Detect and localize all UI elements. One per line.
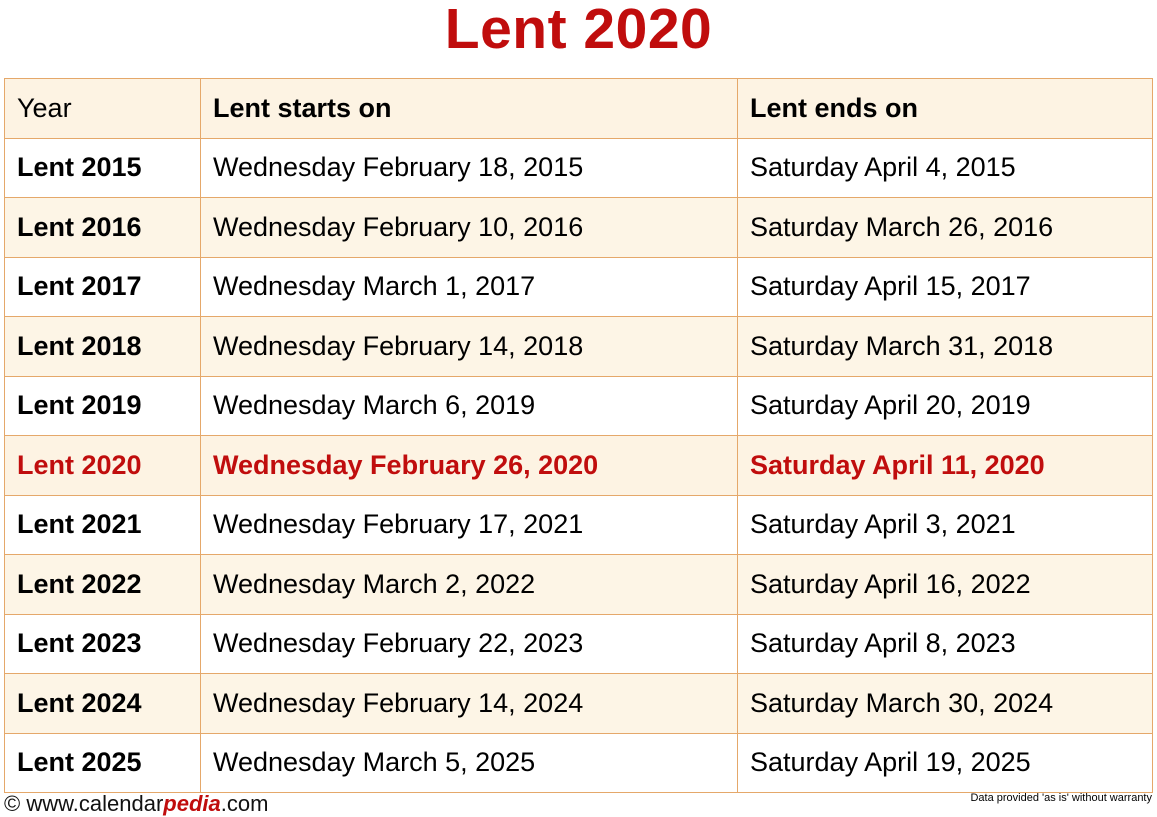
table-row: Lent 2016 Wednesday February 10, 2016 Satu…	[4, 197, 1153, 258]
table-row: Lent 2015 Wednesday February 18, 2015 Satu…	[4, 137, 1153, 198]
cell-year: Lent 2021	[4, 494, 201, 555]
copyright-brand: pedia	[163, 791, 221, 816]
table-row: Lent 2020 Wednesday February 26, 2020 Satu…	[4, 435, 1153, 496]
disclaimer-text: Data provided 'as is' without warranty	[970, 792, 1152, 804]
cell-end: Saturday April 20, 2019	[737, 375, 1153, 436]
cell-start: Wednesday March 6, 2019	[200, 375, 738, 436]
cell-year: Lent 2025	[4, 732, 201, 793]
table-row: Lent 2024 Wednesday February 14, 2024 Satu…	[4, 673, 1153, 734]
cell-year: Lent 2024	[4, 673, 201, 734]
cell-start: Wednesday February 18, 2015	[200, 137, 738, 198]
cell-start: Wednesday February 14, 2024	[200, 673, 738, 734]
cell-start: Wednesday February 26, 2020	[200, 435, 738, 496]
cell-end: Saturday March 26, 2016	[737, 197, 1153, 258]
cell-start: Wednesday February 17, 2021	[200, 494, 738, 555]
table-row: Lent 2025 Wednesday March 5, 2025 Saturday…	[4, 732, 1153, 793]
copyright-prefix: © www.calendar	[4, 791, 164, 816]
cell-end: Saturday March 31, 2018	[737, 316, 1153, 377]
cell-year: Lent 2023	[4, 613, 201, 674]
table-row: Lent 2017 Wednesday March 1, 2017 Saturday…	[4, 256, 1153, 317]
cell-year: Lent 2019	[4, 375, 201, 436]
table-row: Lent 2022 Wednesday March 2, 2022 Saturday…	[4, 554, 1153, 615]
table-row: Lent 2019 Wednesday March 6, 2019 Saturday…	[4, 375, 1153, 436]
cell-end: Saturday April 19, 2025	[737, 732, 1153, 793]
cell-end: Saturday April 4, 2015	[737, 137, 1153, 198]
cell-start: Wednesday March 2, 2022	[200, 554, 738, 615]
table-row: Lent 2023 Wednesday February 22, 2023 Satu…	[4, 613, 1153, 674]
cell-end: Saturday April 16, 2022	[737, 554, 1153, 615]
cell-year: Lent 2020	[4, 435, 201, 496]
table-row: Lent 2018 Wednesday February 14, 2018 Satu…	[4, 316, 1153, 377]
cell-start: Wednesday February 10, 2016	[200, 197, 738, 258]
table-row: Lent 2021 Wednesday February 17, 2021 Satu…	[4, 494, 1153, 555]
column-header-end: Lent ends on	[737, 78, 1153, 139]
copyright-suffix: .com	[220, 791, 269, 816]
cell-year: Lent 2016	[4, 197, 201, 258]
cell-end: Saturday April 8, 2023	[737, 613, 1153, 674]
cell-year: Lent 2017	[4, 256, 201, 317]
cell-start: Wednesday February 14, 2018	[200, 316, 738, 377]
column-header-year: Year	[4, 78, 201, 139]
cell-end: Saturday March 30, 2024	[737, 673, 1153, 734]
column-header-start: Lent starts on	[200, 78, 738, 139]
footer: © www.calendarpedia.com Data provided 'a…	[0, 791, 1157, 816]
cell-year: Lent 2015	[4, 137, 201, 198]
copyright-notice: © www.calendarpedia.com	[4, 791, 268, 817]
cell-start: Wednesday March 1, 2017	[200, 256, 738, 317]
cell-start: Wednesday March 5, 2025	[200, 732, 738, 793]
cell-year: Lent 2018	[4, 316, 201, 377]
table-body: Year Lent starts on Lent ends on Lent 2015 W…	[4, 78, 1153, 793]
cell-start: Wednesday February 22, 2023	[200, 613, 738, 674]
table-header-row: Year Lent starts on Lent ends on	[4, 78, 1153, 139]
page-title: Lent 2020	[444, 0, 713, 61]
cell-end: Saturday April 15, 2017	[737, 256, 1153, 317]
cell-end: Saturday April 11, 2020	[737, 435, 1153, 496]
lent-dates-table: Year Lent starts on Lent ends on Lent 2015 W…	[4, 78, 1153, 793]
cell-end: Saturday April 3, 2021	[737, 494, 1153, 555]
cell-year: Lent 2022	[4, 554, 201, 615]
